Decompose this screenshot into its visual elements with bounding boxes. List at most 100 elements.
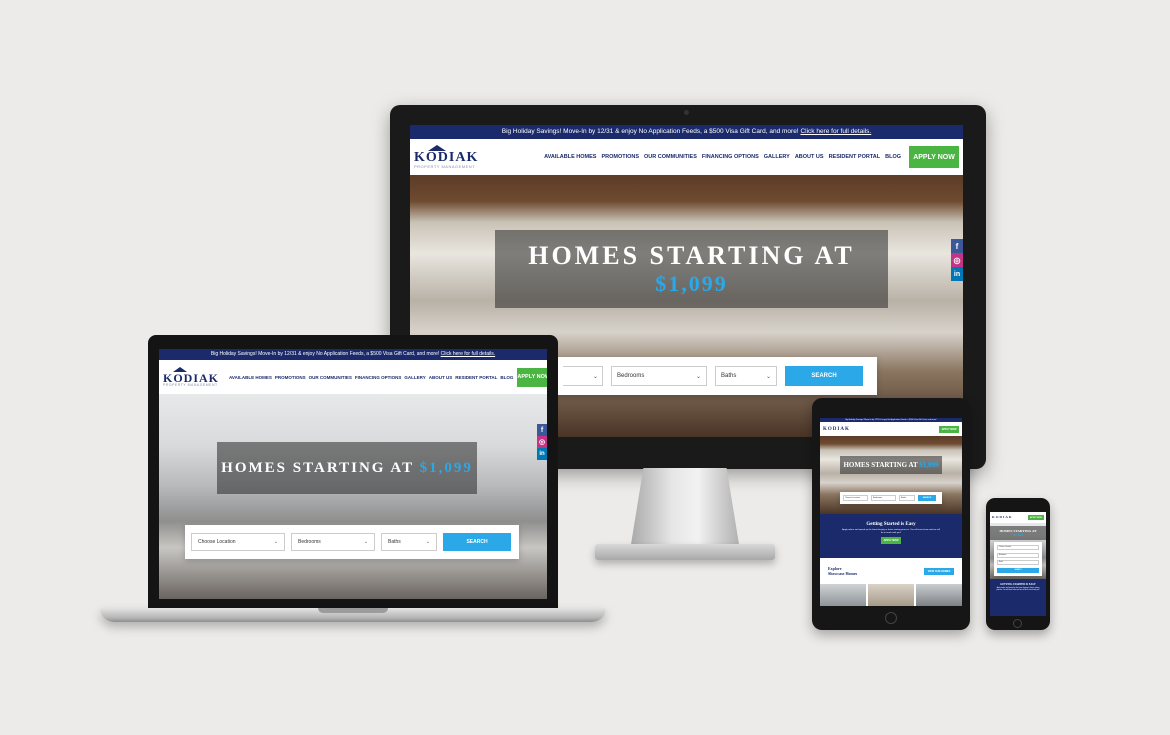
nav-about-us[interactable]: ABOUT US bbox=[429, 375, 453, 380]
search-bar: Choose Location Bedrooms Baths SEARCH bbox=[840, 492, 942, 504]
nav-gallery[interactable]: GALLERY bbox=[764, 154, 790, 160]
nav-financing-options[interactable]: FINANCING OPTIONS bbox=[355, 375, 402, 380]
apply-now-button[interactable]: APPLY NOW bbox=[1028, 515, 1044, 520]
chevron-down-icon: ⌄ bbox=[695, 373, 701, 380]
search-button[interactable]: SEARCH bbox=[785, 366, 863, 386]
banner-text: Big Holiday Savings! Move-In by 12/31 & … bbox=[501, 128, 799, 135]
baths-value: Baths bbox=[721, 373, 737, 379]
bedrooms-value: Bedrooms bbox=[999, 554, 1007, 556]
tablet-home-button bbox=[885, 612, 897, 624]
explore-section: Explore Showcase Homes VIEW OUR HOMES bbox=[820, 558, 962, 584]
banner-text: Big Holiday Savings! Move-In by 12/31 & … bbox=[845, 419, 937, 421]
linkedin-icon[interactable]: in bbox=[951, 267, 963, 281]
getting-started-section: GETTING STARTED IS EASY Apply online and… bbox=[990, 579, 1046, 616]
apply-now-button[interactable]: APPLY NOW bbox=[881, 537, 901, 545]
logo-name: KODIAK bbox=[163, 370, 220, 385]
hero-overlay: HOMES STARTING AT $1,099 bbox=[495, 230, 888, 308]
logo-sub: PROPERTY MANAGEMENT bbox=[414, 164, 476, 169]
nav-blog[interactable]: BLOG bbox=[500, 375, 513, 380]
bedrooms-select[interactable]: Bedrooms ⌄ bbox=[291, 533, 375, 551]
site-header: KODIAK PROPERTY MANAGEMENT AVAILABLE HOM… bbox=[410, 139, 963, 175]
location-value: Choose Location bbox=[999, 547, 1011, 549]
instagram-icon[interactable]: ◎ bbox=[537, 436, 547, 448]
main-nav: AVAILABLE HOMES PROMOTIONS OUR COMMUNITI… bbox=[229, 375, 513, 380]
location-select[interactable]: Choose Location⌄ bbox=[191, 533, 285, 551]
baths-select[interactable]: Baths bbox=[997, 560, 1039, 566]
facebook-icon[interactable]: f bbox=[951, 239, 963, 253]
search-bar: Choose Location⌄ Bedrooms ⌄ Baths⌄ SEARCH bbox=[185, 525, 519, 559]
apply-now-button[interactable]: APPLY NOW bbox=[909, 146, 959, 168]
hero-price: $1,099 bbox=[919, 461, 939, 469]
hero-overlay: HOMES STARTING AT $1,099 bbox=[990, 526, 1046, 540]
instagram-icon[interactable]: ◎ bbox=[951, 253, 963, 267]
phone: KODIAK APPLY NOW HOMES STARTING AT $1,09… bbox=[986, 498, 1050, 630]
chevron-down-icon: ⌄ bbox=[425, 539, 430, 545]
logo[interactable]: KODIAK bbox=[992, 515, 1013, 520]
location-select[interactable]: Choose Location⌄ bbox=[563, 366, 603, 386]
bedrooms-select[interactable]: Bedrooms bbox=[871, 495, 896, 501]
chevron-down-icon: ⌄ bbox=[273, 539, 278, 545]
linkedin-icon[interactable]: in bbox=[537, 448, 547, 460]
view-homes-button[interactable]: VIEW OUR HOMES bbox=[924, 567, 954, 575]
home-thumbnail[interactable] bbox=[820, 584, 866, 606]
logo-name: KODIAK bbox=[414, 150, 479, 165]
laptop: Big Holiday Savings! Move-In by 12/31 & … bbox=[148, 335, 558, 609]
nav-promotions[interactable]: PROMOTIONS bbox=[275, 375, 306, 380]
laptop-screen: Big Holiday Savings! Move-In by 12/31 & … bbox=[159, 349, 547, 599]
explore-heading: Explore Showcase Homes bbox=[828, 566, 857, 576]
banner-link[interactable]: Click here for full details. bbox=[800, 128, 871, 135]
nav-financing-options[interactable]: FINANCING OPTIONS bbox=[702, 154, 759, 160]
nav-blog[interactable]: BLOG bbox=[885, 154, 901, 160]
search-button[interactable]: SEARCH bbox=[918, 495, 936, 501]
baths-value: Baths bbox=[999, 562, 1004, 564]
home-thumbnail[interactable] bbox=[916, 584, 962, 606]
site-header: KODIAK PROPERTY MANAGEMENT AVAILABLE HOM… bbox=[159, 360, 547, 394]
location-select[interactable]: Choose Location bbox=[843, 495, 868, 501]
apply-now-button[interactable]: APPLY NOW bbox=[939, 425, 959, 433]
bedrooms-value: Bedrooms bbox=[298, 539, 321, 545]
monitor-camera bbox=[684, 110, 689, 115]
bedrooms-select[interactable]: Bedrooms bbox=[997, 552, 1039, 558]
nav-about-us[interactable]: ABOUT US bbox=[795, 154, 824, 160]
nav-our-communities[interactable]: OUR COMMUNITIES bbox=[644, 154, 697, 160]
nav-available-homes[interactable]: AVAILABLE HOMES bbox=[544, 154, 596, 160]
facebook-icon[interactable]: f bbox=[537, 424, 547, 436]
nav-available-homes[interactable]: AVAILABLE HOMES bbox=[229, 375, 272, 380]
logo[interactable]: KODIAK PROPERTY MANAGEMENT bbox=[414, 145, 478, 169]
nav-resident-portal[interactable]: RESIDENT PORTAL bbox=[829, 154, 881, 160]
getting-started-title: Getting Started is Easy bbox=[866, 522, 916, 527]
hero-title: HOMES STARTING AT $1,099 bbox=[221, 460, 473, 477]
baths-select[interactable]: Baths ⌄ bbox=[381, 533, 437, 551]
banner-link[interactable]: Click here for full details. bbox=[441, 351, 495, 357]
hero-price: $1,099 bbox=[655, 271, 728, 296]
logo[interactable]: KODIAK bbox=[823, 427, 850, 432]
phone-home-button bbox=[1013, 619, 1022, 628]
laptop-notch bbox=[318, 608, 388, 613]
nav-our-communities[interactable]: OUR COMMUNITIES bbox=[309, 375, 352, 380]
home-thumbnail[interactable] bbox=[868, 584, 914, 606]
main-nav: AVAILABLE HOMES PROMOTIONS OUR COMMUNITI… bbox=[544, 154, 901, 160]
apply-now-button[interactable]: APPLY NOW bbox=[517, 367, 547, 387]
hero-overlay: HOMES STARTING AT $1,099 bbox=[840, 456, 942, 474]
search-button[interactable]: SEARCH bbox=[443, 533, 511, 551]
site-header: KODIAK APPLY NOW bbox=[820, 422, 962, 436]
hero-overlay: HOMES STARTING AT $1,099 bbox=[217, 442, 477, 494]
home-thumbnails bbox=[820, 584, 962, 606]
search-button[interactable]: SEARCH bbox=[997, 567, 1039, 573]
monitor-stand bbox=[630, 468, 740, 548]
nav-gallery[interactable]: GALLERY bbox=[404, 375, 425, 380]
nav-promotions[interactable]: PROMOTIONS bbox=[601, 154, 639, 160]
site-header: KODIAK APPLY NOW bbox=[990, 512, 1046, 523]
baths-select[interactable]: Baths ⌄ bbox=[715, 366, 777, 386]
getting-started-section: Getting Started is Easy Apply online and… bbox=[820, 514, 962, 558]
nav-resident-portal[interactable]: RESIDENT PORTAL bbox=[455, 375, 497, 380]
location-select[interactable]: Choose Location bbox=[997, 545, 1039, 551]
phone-screen: KODIAK APPLY NOW HOMES STARTING AT $1,09… bbox=[990, 512, 1046, 616]
banner-text: Big Holiday Savings! Move-In by 12/31 & … bbox=[210, 351, 440, 357]
baths-select[interactable]: Baths bbox=[899, 495, 915, 501]
chevron-down-icon: ⌄ bbox=[363, 539, 368, 545]
bedrooms-select[interactable]: Bedrooms ⌄ bbox=[611, 366, 707, 386]
search-bar: Choose Location⌄ Bedrooms⌄ Baths⌄ SEARCH bbox=[555, 357, 877, 395]
tablet: Big Holiday Savings! Move-In by 12/31 & … bbox=[812, 398, 970, 630]
logo[interactable]: KODIAK PROPERTY MANAGEMENT bbox=[163, 366, 220, 388]
